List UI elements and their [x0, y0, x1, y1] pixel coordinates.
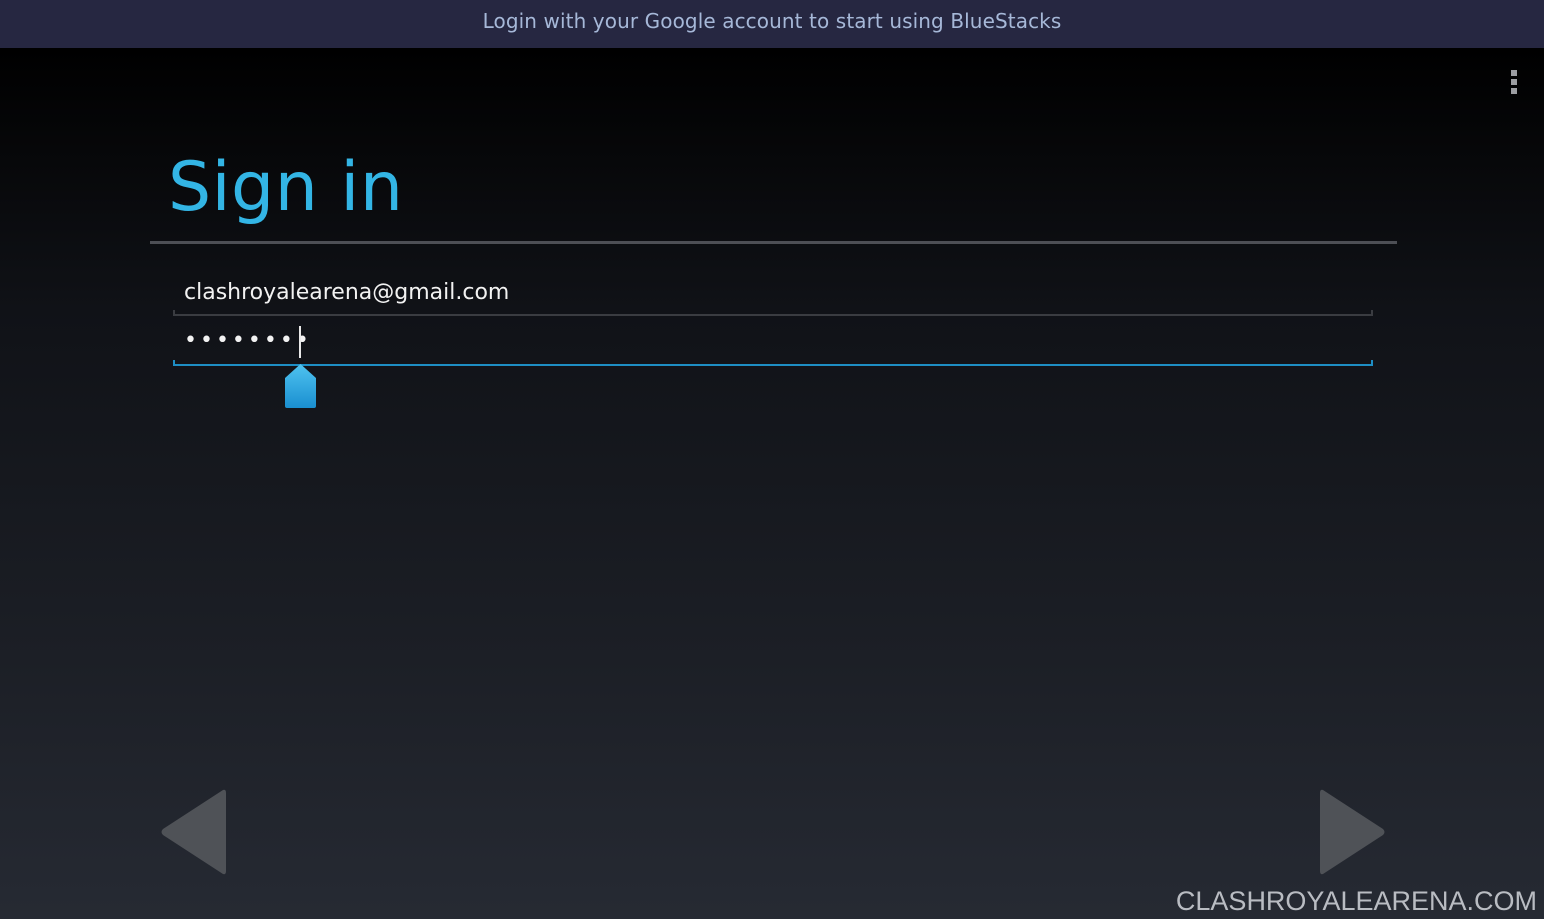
- password-field-underline: [173, 360, 1373, 366]
- password-value: ••••••••: [184, 328, 312, 353]
- back-arrow-icon[interactable]: [160, 788, 226, 876]
- text-cursor-handle-icon[interactable]: [284, 364, 317, 408]
- email-field[interactable]: clashroyalearena@gmail.com: [173, 272, 1373, 316]
- password-field[interactable]: ••••••••: [173, 322, 1373, 366]
- bluestacks-window: Login with your Google account to start …: [0, 0, 1544, 919]
- text-cursor: [299, 326, 301, 358]
- overflow-menu-icon[interactable]: [1508, 70, 1520, 96]
- next-arrow-icon[interactable]: [1320, 788, 1386, 876]
- email-field-underline: [173, 310, 1373, 316]
- watermark: CLASHROYALEARENA.COM: [1175, 886, 1537, 916]
- signin-screen: Sign in clashroyalearena@gmail.com •••••…: [0, 48, 1544, 919]
- title-divider: [150, 241, 1397, 244]
- email-value: clashroyalearena@gmail.com: [184, 280, 510, 305]
- login-banner-text: Login with your Google account to start …: [482, 9, 1062, 33]
- page-title: Sign in: [168, 148, 404, 227]
- login-banner: Login with your Google account to start …: [0, 0, 1544, 48]
